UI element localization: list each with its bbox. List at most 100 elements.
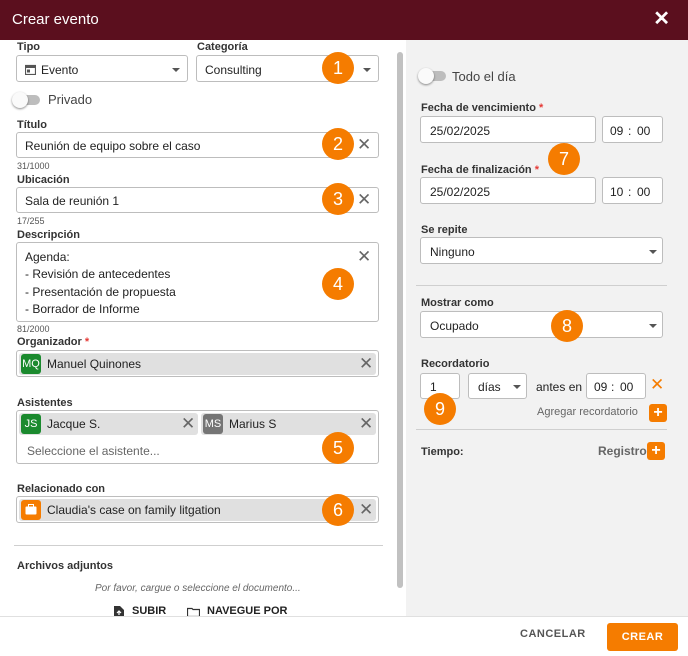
dialog-header: Crear evento ✕ <box>0 0 688 40</box>
vencimiento-date-input[interactable]: 25/02/2025 <box>420 116 596 143</box>
scrollbar[interactable] <box>397 52 403 588</box>
time-separator: : <box>628 124 632 138</box>
todo-el-dia-label: Todo el día <box>452 69 516 84</box>
titulo-value: Reunión de equipo sobre el caso <box>25 139 201 153</box>
mostrar-select[interactable]: Ocupado <box>420 311 663 338</box>
organizador-name: Manuel Quinones <box>47 357 142 371</box>
privado-toggle[interactable] <box>12 92 40 108</box>
create-button[interactable]: CREAR <box>607 623 678 651</box>
vencimiento-date: 25/02/2025 <box>430 124 491 138</box>
callout-badge: 9 <box>424 393 456 425</box>
finalizacion-time-input[interactable]: 10 : 00 <box>602 177 663 204</box>
recordatorio-unit-select[interactable]: días <box>468 373 527 399</box>
avatar: MS <box>203 414 223 434</box>
recordatorio-amount: 1 <box>430 380 437 394</box>
avatar: JS <box>21 414 41 434</box>
remove-icon[interactable]: ✕ <box>359 415 373 432</box>
recordatorio-time-input[interactable]: 09 : 00 <box>586 373 646 399</box>
descripcion-line: - Revisión de antecedentes <box>25 267 171 281</box>
add-registro-button[interactable]: + <box>647 442 665 460</box>
archivos-hint: Por favor, cargue o seleccione el docume… <box>95 583 301 594</box>
categoria-label: Categoría <box>197 41 248 53</box>
chevron-down-icon <box>649 324 657 328</box>
tipo-select[interactable]: Evento <box>16 55 188 82</box>
divider <box>416 429 667 430</box>
registro-label: Registro <box>598 444 647 458</box>
organizador-chip: MQ Manuel Quinones ✕ <box>19 353 376 375</box>
calendar-icon <box>24 64 37 78</box>
asistente-chip: MS Marius S ✕ <box>201 413 376 435</box>
browse-label: NAVEGUE POR <box>207 605 288 616</box>
time-separator: : <box>611 380 615 394</box>
finalizacion-date-input[interactable]: 25/02/2025 <box>420 177 596 204</box>
remove-reminder-icon[interactable]: ✕ <box>650 376 664 393</box>
asistente-name: Jacque S. <box>47 417 101 431</box>
dialog-title: Crear evento <box>12 11 99 28</box>
privado-label: Privado <box>48 92 93 107</box>
right-panel: Todo el día Fecha de vencimiento * 25/02… <box>406 40 688 616</box>
clear-icon[interactable]: ✕ <box>357 248 371 265</box>
asistentes-search-input[interactable]: Seleccione el asistente... <box>27 444 160 458</box>
recordatorio-hour: 09 <box>594 380 608 394</box>
asistentes-label: Asistentes <box>17 397 73 409</box>
callout-badge: 5 <box>322 432 354 464</box>
titulo-label: Título <box>17 119 47 131</box>
avatar: MQ <box>21 354 41 374</box>
chevron-down-icon <box>649 250 657 254</box>
repite-label: Se repite <box>421 224 468 236</box>
callout-badge: 2 <box>322 128 354 160</box>
ubicacion-counter: 17/255 <box>17 216 45 226</box>
organizador-label: Organizador * <box>17 336 90 348</box>
organizador-field[interactable]: MQ Manuel Quinones ✕ <box>16 350 379 377</box>
repite-value: Ninguno <box>430 245 475 259</box>
add-reminder-label: Agregar recordatorio <box>537 406 638 418</box>
finalizacion-date: 25/02/2025 <box>430 185 491 199</box>
left-panel: Tipo Evento Categoría Consulting Privado… <box>0 40 406 616</box>
vencimiento-label: Fecha de vencimiento * <box>421 102 544 114</box>
repite-select[interactable]: Ninguno <box>420 237 663 264</box>
recordatorio-before: antes en <box>536 380 583 394</box>
time-separator: : <box>628 185 632 199</box>
descripcion-counter: 81/2000 <box>17 324 50 334</box>
descripcion-line: - Presentación de propuesta <box>25 285 176 299</box>
close-icon[interactable]: ✕ <box>653 8 670 30</box>
cancel-button[interactable]: CANCELAR <box>520 628 586 640</box>
ubicacion-label: Ubicación <box>17 174 70 186</box>
vencimiento-hour: 09 <box>610 124 624 138</box>
chevron-down-icon <box>172 68 180 72</box>
mostrar-value: Ocupado <box>430 319 479 333</box>
remove-icon[interactable]: ✕ <box>181 415 195 432</box>
divider <box>416 285 667 286</box>
clear-icon[interactable]: ✕ <box>357 191 371 208</box>
file-upload-icon <box>114 606 124 616</box>
todo-el-dia-toggle[interactable] <box>418 68 446 84</box>
mostrar-label: Mostrar como <box>421 297 494 309</box>
finalizacion-hour: 10 <box>610 185 624 199</box>
ubicacion-value: Sala de reunión 1 <box>25 194 120 208</box>
recordatorio-unit: días <box>478 380 501 394</box>
descripcion-label: Descripción <box>17 229 80 241</box>
callout-badge: 3 <box>322 183 354 215</box>
upload-label: SUBIR <box>132 605 167 616</box>
chevron-down-icon <box>513 385 521 389</box>
callout-badge: 6 <box>322 494 354 526</box>
recordatorio-minute: 00 <box>620 380 634 394</box>
callout-badge: 7 <box>548 143 580 175</box>
chevron-down-icon <box>363 68 371 72</box>
folder-icon <box>186 606 201 616</box>
finalizacion-minute: 00 <box>637 185 651 199</box>
remove-icon[interactable]: ✕ <box>359 501 373 518</box>
relacionado-value: Claudia's case on family litgation <box>47 503 221 517</box>
asistente-name: Marius S <box>229 417 277 431</box>
vencimiento-minute: 00 <box>637 124 651 138</box>
descripcion-line: Agenda: <box>25 250 70 264</box>
briefcase-icon <box>21 500 41 520</box>
callout-badge: 4 <box>322 268 354 300</box>
add-reminder-button[interactable]: + <box>649 404 667 422</box>
callout-badge: 1 <box>322 52 354 84</box>
relacionado-label: Relacionado con <box>17 483 106 495</box>
remove-icon[interactable]: ✕ <box>359 355 373 372</box>
callout-badge: 8 <box>551 310 583 342</box>
vencimiento-time-input[interactable]: 09 : 00 <box>602 116 663 143</box>
clear-icon[interactable]: ✕ <box>357 136 371 153</box>
